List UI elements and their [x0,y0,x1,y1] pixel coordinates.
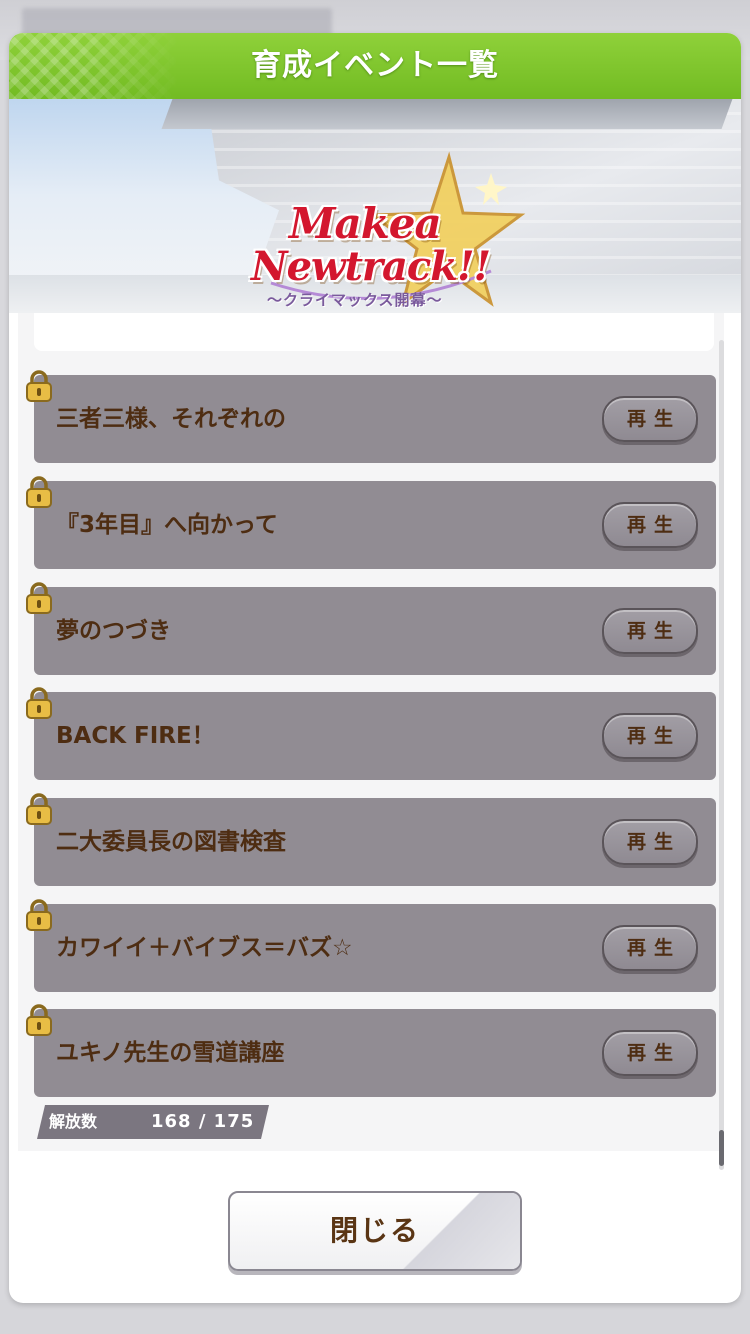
lock-icon [26,793,52,825]
list-item[interactable]: カワイイ＋バイブス＝バズ☆ 再生 [34,904,716,992]
list-item-title: BACK FIRE！ [56,723,215,749]
logo-text-line1: Makea [289,199,442,248]
list-scrollbar[interactable] [719,340,724,1170]
list-item[interactable]: 二大委員長の図書検査 再生 [34,798,716,886]
play-button[interactable]: 再生 [602,396,698,442]
play-button[interactable]: 再生 [602,713,698,759]
list-item[interactable]: ユキノ先生の雪道講座 再生 [34,1009,716,1097]
list-item-partial[interactable] [34,313,714,351]
list-item[interactable]: 三者三様、それぞれの 再生 [34,375,716,463]
lock-icon [26,370,52,402]
lock-icon [26,687,52,719]
release-count: 168 / 175 [151,1111,255,1132]
play-button[interactable]: 再生 [602,502,698,548]
list-item[interactable]: 『3年目』へ向かって 再生 [34,481,716,569]
scenario-logo: Makea Newtrack!! 〜クライマックス開幕〜 [241,151,531,311]
scrollbar-thumb[interactable] [719,1130,724,1166]
close-button[interactable]: 閉じる [228,1191,522,1271]
play-button[interactable]: 再生 [602,819,698,865]
list-item[interactable]: BACK FIRE！ 再生 [34,692,716,780]
play-button[interactable]: 再生 [602,1030,698,1076]
list-item-title: 夢のつづき [56,618,171,644]
event-list-dialog: 育成イベント一覧 Makea Newtrack!! 〜クライマックス開幕〜 三者… [9,33,741,1303]
event-list[interactable]: 三者三様、それぞれの 再生 『3年目』へ向かって 再生 夢のつづき 再生 BAC… [18,313,724,1151]
dialog-header: 育成イベント一覧 [9,33,741,99]
lock-icon [26,476,52,508]
logo-subtitle: 〜クライマックス開幕〜 [267,291,443,309]
lock-icon [26,899,52,931]
list-item-title: 二大委員長の図書検査 [56,829,286,855]
logo-text-line2: Newtrack!! [251,243,491,290]
list-item-title: 三者三様、それぞれの [56,406,286,432]
grandstand-roof [161,99,733,129]
list-item[interactable]: 夢のつづき 再生 [34,587,716,675]
play-button[interactable]: 再生 [602,608,698,654]
release-counter: 解放数 168 / 175 [37,1105,269,1139]
lock-icon [26,1004,52,1036]
list-item-title: カワイイ＋バイブス＝バズ☆ [56,935,353,961]
dialog-title: 育成イベント一覧 [251,48,499,83]
lock-icon [26,582,52,614]
close-button-label: 閉じる [329,1214,420,1247]
list-item-title: 『3年目』へ向かって [56,512,278,538]
play-button[interactable]: 再生 [602,925,698,971]
list-item-title: ユキノ先生の雪道講座 [56,1040,285,1066]
release-label: 解放数 [49,1112,98,1131]
scenario-banner: Makea Newtrack!! 〜クライマックス開幕〜 [9,99,741,313]
background-bottom [0,1300,750,1334]
